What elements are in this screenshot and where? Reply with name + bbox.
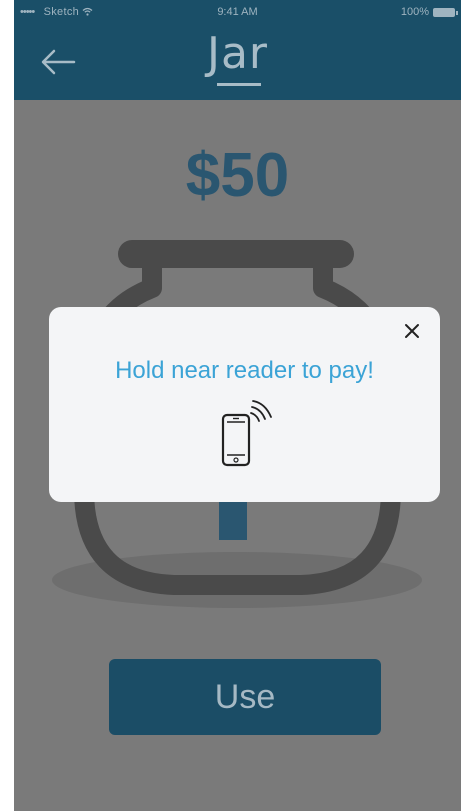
use-button[interactable]: Use — [109, 659, 381, 735]
balance-amount: $50 — [185, 141, 290, 210]
status-time: 9:41 AM — [217, 6, 258, 18]
close-icon — [405, 324, 419, 338]
battery-percent: 100% — [400, 6, 429, 18]
battery-icon — [433, 7, 458, 17]
app-logo: Jar — [206, 28, 269, 79]
battery-info: 100% — [400, 6, 458, 18]
status-bar: ••••• Sketch 9:41 AM 100% — [14, 0, 461, 26]
payment-modal: Hold near reader to pay! — [49, 307, 440, 502]
close-button[interactable] — [402, 321, 422, 341]
nav-bar: Jar — [14, 26, 461, 100]
app-screen: ••••• Sketch 9:41 AM 100% Jar $50 Use Ho… — [14, 0, 461, 811]
modal-message: Hold near reader to pay! — [115, 357, 374, 384]
logo-underline — [217, 83, 261, 86]
nfc-phone-icon — [221, 400, 272, 467]
